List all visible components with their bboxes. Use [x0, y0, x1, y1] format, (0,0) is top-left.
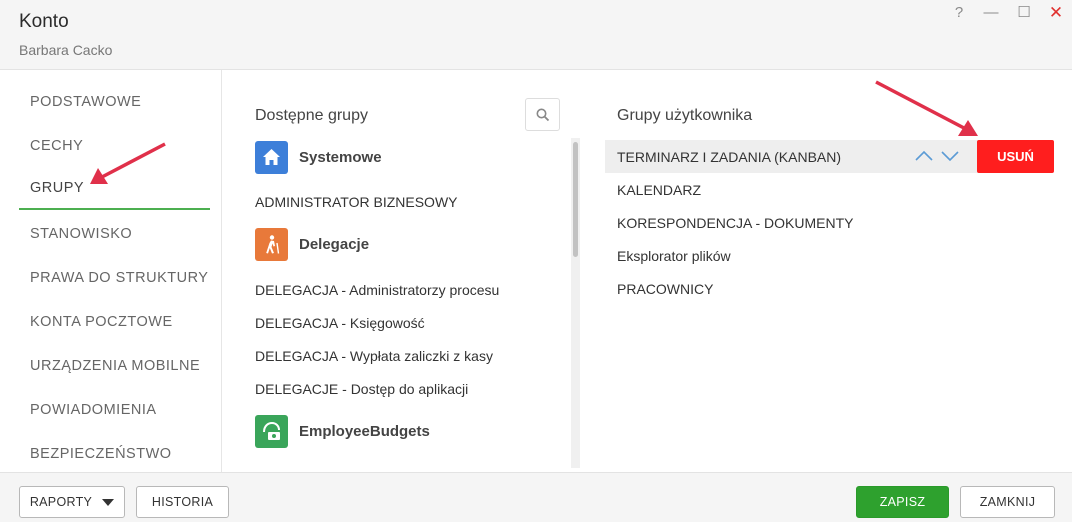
- home-icon: [255, 141, 288, 174]
- close-button[interactable]: ZAMKNIJ: [960, 486, 1055, 518]
- group-name: Systemowe: [299, 149, 382, 166]
- sidebar-item-stanowisko[interactable]: STANOWISKO: [19, 212, 210, 256]
- sidebar-item-bezpieczenstwo[interactable]: BEZPIECZEŃSTWO: [19, 432, 210, 476]
- close-icon[interactable]: ✕: [1045, 4, 1067, 22]
- list-item[interactable]: DELEGACJA - Wypłata zaliczki z kasy: [255, 348, 493, 364]
- move-up-icon[interactable]: [914, 148, 934, 164]
- save-button[interactable]: ZAPISZ: [856, 486, 949, 518]
- sidebar-item-cechy[interactable]: CECHY: [19, 124, 210, 168]
- money-icon: [255, 415, 288, 448]
- available-groups-list: Systemowe ADMINISTRATOR BIZNESOWY Delega…: [222, 135, 582, 472]
- available-scrollbar-thumb[interactable]: [573, 142, 578, 257]
- user-group-label: TERMINARZ I ZADANIA (KANBAN): [617, 149, 842, 165]
- available-groups-title: Dostępne grupy: [255, 107, 368, 124]
- group-name: EmployeeBudgets: [299, 423, 430, 440]
- minimize-icon[interactable]: —: [980, 4, 1002, 22]
- window-subtitle: Barbara Cacko: [19, 42, 113, 58]
- annotation-arrow-usun: [875, 80, 978, 136]
- list-item[interactable]: ADMINISTRATOR BIZNESOWY: [255, 194, 458, 210]
- traveler-icon: [255, 228, 288, 261]
- maximize-icon[interactable]: ☐: [1013, 4, 1035, 22]
- sidebar-item-konta-pocztowe[interactable]: KONTA POCZTOWE: [19, 300, 210, 344]
- remove-button[interactable]: USUŃ: [977, 140, 1054, 173]
- user-group-label: KORESPONDENCJA - DOKUMENTY: [617, 215, 854, 231]
- reports-dropdown-button[interactable]: RAPORTY: [19, 486, 125, 518]
- user-groups-title: Grupy użytkownika: [617, 107, 753, 124]
- search-icon: [536, 108, 550, 122]
- user-group-label: KALENDARZ: [617, 182, 702, 198]
- window-header: Konto Barbara Cacko ? — ☐ ✕: [0, 0, 1072, 70]
- search-button[interactable]: [525, 98, 560, 131]
- user-group-row[interactable]: Eksplorator plików: [605, 239, 1052, 272]
- reports-label: RAPORTY: [29, 495, 93, 509]
- sidebar-item-prawa-do-struktury[interactable]: PRAWA DO STRUKTURY: [19, 256, 210, 300]
- window-title: Konto: [19, 11, 69, 32]
- chevron-down-icon: [102, 499, 115, 507]
- move-down-icon[interactable]: [940, 148, 960, 164]
- group-name: Delegacje: [299, 236, 370, 253]
- user-group-row[interactable]: PRACOWNICY: [605, 272, 1052, 305]
- user-group-row[interactable]: KORESPONDENCJA - DOKUMENTY: [605, 206, 1052, 239]
- help-icon[interactable]: ?: [948, 4, 970, 22]
- user-group-label: PRACOWNICY: [617, 281, 714, 297]
- list-item[interactable]: DELEGACJE - Dostęp do aplikacji: [255, 381, 468, 397]
- user-group-row[interactable]: KALENDARZ: [605, 173, 1052, 206]
- list-item[interactable]: DELEGACJA - Administratorzy procesu: [255, 282, 499, 298]
- list-item[interactable]: DELEGACJA - Księgowość: [255, 315, 425, 331]
- sidebar-item-grupy[interactable]: GRUPY: [19, 166, 210, 210]
- user-group-label: Eksplorator plików: [617, 248, 731, 264]
- sidebar-nav: PODSTAWOWE CECHY GRUPY STANOWISKO PRAWA …: [0, 70, 222, 472]
- sidebar-item-powiadomienia[interactable]: POWIADOMIENIA: [19, 388, 210, 432]
- sidebar-item-urzadzenia-mobilne[interactable]: URZĄDZENIA MOBILNE: [19, 344, 210, 388]
- history-button[interactable]: HISTORIA: [136, 486, 229, 518]
- sidebar-item-podstawowe[interactable]: PODSTAWOWE: [19, 80, 210, 124]
- footer-bar: RAPORTY HISTORIA ZAPISZ ZAMKNIJ: [0, 472, 1072, 522]
